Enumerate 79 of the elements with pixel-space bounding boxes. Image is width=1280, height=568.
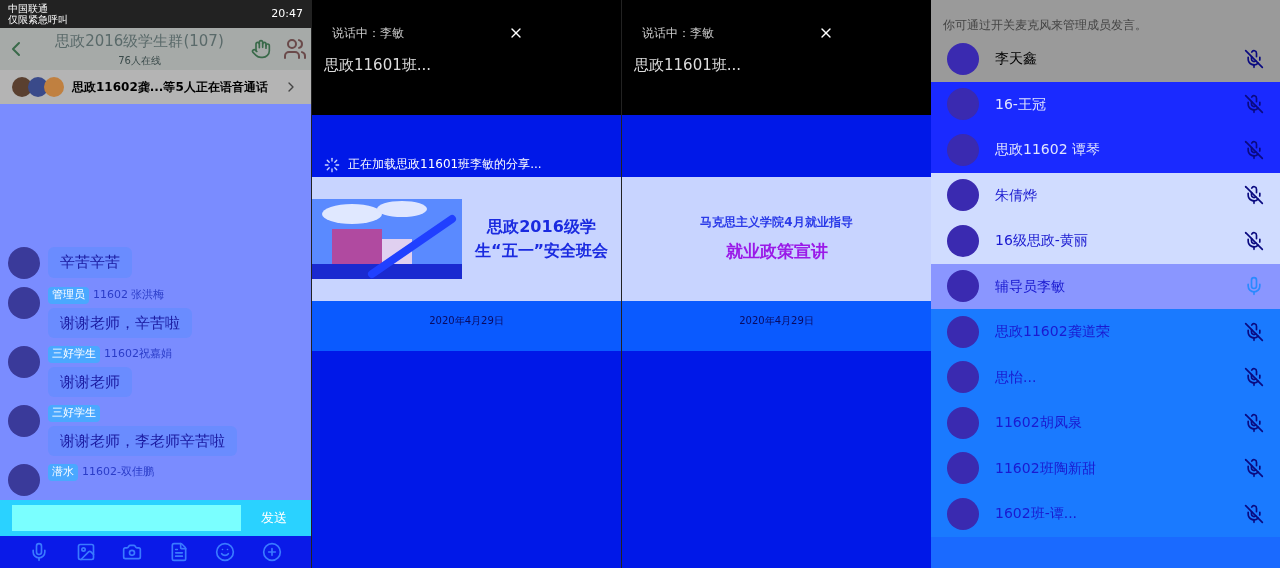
member-name: 李天鑫 xyxy=(995,49,1038,69)
member-name: 思政11602龚道荣 xyxy=(995,322,1111,342)
avatar xyxy=(947,497,979,530)
member-row[interactable]: 辅导员李敏 xyxy=(931,263,1280,309)
member-name: 思怡... xyxy=(995,367,1038,387)
member-row[interactable]: 11602胡凤泉 xyxy=(931,400,1280,446)
sender-name: 11602-双佳鹏 xyxy=(82,464,154,480)
avatar xyxy=(8,287,40,319)
member-row[interactable]: 16级思政-黄丽 xyxy=(931,218,1280,264)
slide-subtitle: 马克思主义学院4月就业指导 xyxy=(700,214,853,232)
avatar xyxy=(8,464,40,496)
muted-mic-icon[interactable] xyxy=(1244,185,1264,206)
group-title: 思政2016级学生群(107) xyxy=(55,31,224,53)
group-name: 思政11601班... xyxy=(634,55,743,76)
avatar xyxy=(8,247,40,279)
camera-icon[interactable] xyxy=(122,542,143,562)
avatar xyxy=(947,406,979,439)
message-bubble: 谢谢老师，李老师辛苦啦 xyxy=(48,425,237,456)
member-name: 16-王冠 xyxy=(995,94,1047,114)
slide-date: 2020年4月29日 xyxy=(739,314,814,328)
member-name: 11602班陶新甜 xyxy=(995,458,1097,478)
member-row[interactable]: 思怡... xyxy=(931,354,1280,400)
member-row[interactable]: 11602班陶新甜 xyxy=(931,445,1280,491)
avatar xyxy=(947,452,979,485)
member-name: 1602班-谭... xyxy=(995,504,1079,524)
member-badge: 三好学生 xyxy=(48,405,100,422)
loading-icon xyxy=(324,157,340,173)
avatar xyxy=(947,42,979,75)
member-row[interactable]: 思政11602 谭琴 xyxy=(931,127,1280,173)
status-time: 20:47 xyxy=(271,5,303,22)
caller-avatars xyxy=(12,77,64,97)
emoji-icon[interactable] xyxy=(215,542,236,562)
member-badge: 潜水 xyxy=(48,464,78,481)
member-row[interactable]: 朱倩烨 xyxy=(931,172,1280,218)
speaking-label: 说话中：李敏 xyxy=(642,25,714,42)
avatar xyxy=(947,88,979,121)
message-input[interactable] xyxy=(12,505,241,531)
member-row[interactable]: 思政11602龚道荣 xyxy=(931,309,1280,355)
group-members-icon[interactable] xyxy=(283,37,307,61)
member-name: 朱倩烨 xyxy=(995,185,1038,205)
avatar xyxy=(947,270,979,303)
member-name: 思政11602 谭琴 xyxy=(995,140,1101,160)
sender-name: 11602祝嘉娟 xyxy=(104,346,172,362)
hint-text: 你可通过开关麦克风来管理成员发言。 xyxy=(931,0,1280,36)
member-name: 11602胡凤泉 xyxy=(995,413,1083,433)
avatar xyxy=(947,315,979,348)
avatar xyxy=(947,133,979,166)
message-bubble: 谢谢老师 xyxy=(48,366,132,397)
online-count: 76人在线 xyxy=(118,53,161,68)
member-row[interactable]: 李天鑫 xyxy=(931,36,1280,82)
speaking-label: 说话中：李敏 xyxy=(332,25,404,42)
member-badge: 管理员 xyxy=(48,287,89,304)
message-bubble: 辛苦辛苦 xyxy=(48,247,132,278)
loading-text: 正在加载思政11601班李敏的分享... xyxy=(348,156,542,173)
slide-title: 就业政策宣讲 xyxy=(725,240,828,264)
image-icon[interactable] xyxy=(75,542,96,562)
muted-mic-icon[interactable] xyxy=(1244,230,1264,251)
avatar xyxy=(8,405,40,437)
member-badge: 三好学生 xyxy=(48,346,100,363)
hand-icon[interactable] xyxy=(251,39,271,59)
member-name: 16级思政-黄丽 xyxy=(995,231,1089,251)
avatar xyxy=(947,361,979,394)
voice-call-banner[interactable]: 思政11602龚...等5人正在语音通话 xyxy=(0,70,311,104)
carrier-name: 中国联通 xyxy=(8,3,49,14)
avatar xyxy=(947,179,979,212)
plus-icon[interactable] xyxy=(261,542,282,562)
avatar xyxy=(8,346,40,378)
sender-name: 11602 张洪梅 xyxy=(93,287,165,303)
member-row[interactable]: 1602班-谭... xyxy=(931,491,1280,537)
avatar xyxy=(947,224,979,257)
group-name: 思政11601班... xyxy=(324,55,433,76)
slide-date: 2020年4月29日 xyxy=(429,314,504,328)
message-bubble: 谢谢老师，辛苦啦 xyxy=(48,307,192,338)
carrier-note: 仅限紧急呼叫 xyxy=(8,14,68,25)
slide-title: 思政2016级学生“五一”安全班会 xyxy=(473,216,609,262)
voice-call-text: 思政11602龚...等5人正在语音通话 xyxy=(72,79,269,96)
member-row[interactable]: 16-王冠 xyxy=(931,81,1280,127)
member-name: 辅导员李敏 xyxy=(995,276,1066,296)
muted-mic-icon[interactable] xyxy=(1244,48,1264,69)
